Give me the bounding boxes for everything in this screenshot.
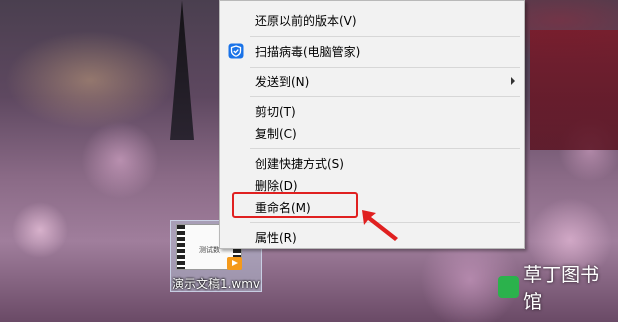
play-icon: [227, 257, 242, 270]
logo-icon: [498, 276, 520, 298]
red-arrow-icon: [362, 210, 398, 241]
menu-item-send-to[interactable]: 发送到(N): [220, 70, 524, 92]
menu-item-scan-virus[interactable]: 扫描病毒(电脑管家): [220, 40, 524, 62]
shield-icon: [228, 43, 244, 59]
submenu-arrow-icon: [511, 77, 515, 85]
rename-highlight-box: [232, 192, 358, 218]
file-name-label[interactable]: 演示文稿1.wmv: [171, 275, 261, 292]
menu-item-label: 还原以前的版本(V): [255, 13, 357, 28]
watermark: 草丁图书馆: [498, 264, 614, 313]
menu-item-copy[interactable]: 复制(C): [220, 122, 524, 144]
menu-separator: [250, 67, 520, 68]
wallpaper-tree: [170, 0, 194, 140]
menu-item-label: 发送到(N): [255, 74, 310, 89]
menu-item-create-shortcut[interactable]: 创建快捷方式(S): [220, 152, 524, 174]
menu-item-restore-previous-versions[interactable]: 还原以前的版本(V): [220, 9, 524, 31]
menu-separator: [250, 36, 520, 37]
menu-item-label: 删除(D): [255, 178, 298, 193]
watermark-text: 草丁图书馆: [523, 264, 600, 313]
menu-separator: [250, 148, 520, 149]
wallpaper-pagoda: [530, 30, 618, 150]
menu-item-label: 属性(R): [255, 230, 297, 245]
menu-item-label: 剪切(T): [255, 104, 296, 119]
menu-item-label: 复制(C): [255, 126, 297, 141]
menu-item-cut[interactable]: 剪切(T): [220, 100, 524, 122]
menu-item-label: 扫描病毒(电脑管家): [255, 44, 361, 59]
film-strip-left: [177, 225, 185, 269]
menu-item-label: 创建快捷方式(S): [255, 156, 344, 171]
menu-separator: [250, 96, 520, 97]
thumbnail-text: 测试数: [199, 246, 220, 254]
